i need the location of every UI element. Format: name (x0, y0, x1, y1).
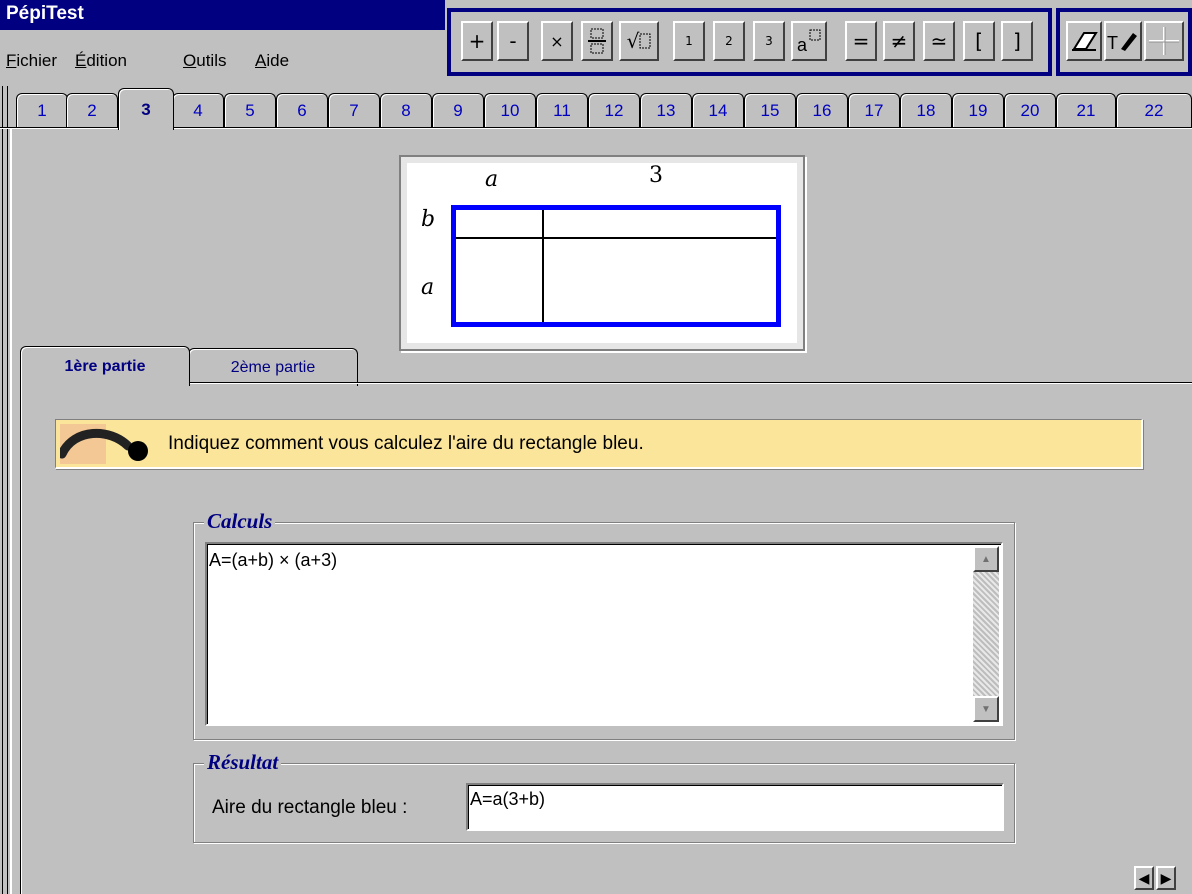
menu-outils[interactable]: Outils (183, 51, 226, 71)
scroll-up-arrow-icon: ▲ (981, 553, 991, 565)
tab-page-13[interactable]: 13 (640, 93, 692, 128)
tab-page-18[interactable]: 18 (900, 93, 952, 128)
instruction-text: Indiquez comment vous calculez l'aire du… (168, 433, 644, 454)
menu-aide-rest: ide (266, 51, 290, 70)
tab-page-20[interactable]: 20 (1004, 93, 1056, 128)
sqrt-symbol: √ (626, 29, 640, 53)
menu-fichier-mnemonic: F (6, 51, 17, 70)
tab-page-5[interactable]: 5 (224, 93, 276, 128)
svg-text:T: T (1107, 33, 1118, 53)
instruction-banner: Indiquez comment vous calculez l'aire du… (55, 419, 1143, 469)
tab-page-9[interactable]: 9 (432, 93, 484, 128)
math-toolbar: + - × √ 1 2 3 a = ≠ ≃ [ ] (447, 8, 1052, 76)
next-page-button[interactable]: ▶ (1156, 866, 1176, 890)
menu-fichier-rest: ichier (16, 51, 58, 70)
tab-page-21[interactable]: 21 (1056, 93, 1116, 128)
rectangle-figure: a 3 b a (399, 155, 805, 351)
power-button[interactable]: a (791, 21, 827, 61)
tab-page-11[interactable]: 11 (536, 93, 588, 128)
superscript-1-button[interactable]: 1 (673, 21, 705, 61)
tab-page-14[interactable]: 14 (692, 93, 744, 128)
tab-deuxieme-partie[interactable]: 2ème partie (188, 348, 358, 386)
calculs-scrollbar[interactable]: ▲ ▼ (973, 546, 999, 722)
tab-page-3[interactable]: 3 (118, 88, 174, 130)
tab-page-6[interactable]: 6 (276, 93, 328, 128)
figure-label-left-b: b (421, 207, 436, 232)
menu-outils-rest: utils (196, 51, 227, 70)
left-bracket-button[interactable]: [ (963, 21, 995, 61)
tab-page-2[interactable]: 2 (66, 93, 118, 128)
scroll-down-button[interactable]: ▼ (973, 696, 999, 722)
eraser-button[interactable] (1066, 21, 1102, 61)
tab-page-10[interactable]: 10 (484, 93, 536, 128)
blue-rectangle (451, 205, 781, 327)
menu-bar: Fichier Édition Outils Aide (0, 30, 445, 80)
fraction-button[interactable] (581, 21, 613, 61)
calculs-legend: Calculs (204, 509, 276, 534)
sub-tabs-baseline (20, 382, 1192, 384)
menu-fichier[interactable]: Fichier (6, 51, 57, 71)
right-arrow-icon: ▶ (1160, 869, 1172, 886)
text-pen-button[interactable]: T (1104, 21, 1142, 61)
text-pen-icon: T (1107, 33, 1137, 53)
scroll-down-arrow-icon: ▼ (981, 703, 991, 715)
tab-page-17[interactable]: 17 (848, 93, 900, 128)
tab-page-12[interactable]: 12 (588, 93, 640, 128)
menu-edition-rest: dition (86, 51, 127, 70)
sqrt-placeholder-icon (639, 33, 651, 49)
tab-page-15[interactable]: 15 (744, 93, 796, 128)
menu-edition-mnemonic: É (75, 51, 87, 70)
figure-label-top-3: 3 (649, 163, 663, 188)
figure-label-left-a: a (421, 275, 435, 300)
menu-outils-mnemonic: O (183, 51, 197, 70)
window-title: PépiTest (0, 0, 445, 30)
power-icon: a (797, 29, 821, 55)
superscript-3-button[interactable]: 3 (753, 21, 785, 61)
times-button[interactable]: × (541, 21, 573, 61)
menu-aide-mnemonic: A (255, 51, 267, 70)
tab-premiere-partie[interactable]: 1ère partie (20, 346, 190, 386)
equals-button[interactable]: = (845, 21, 877, 61)
eraser-icon (1072, 32, 1098, 51)
previous-page-button[interactable]: ◀ (1134, 866, 1154, 890)
tab-page-7[interactable]: 7 (328, 93, 380, 128)
sub-panel-left-border (20, 384, 22, 894)
rectangle-horizontal-divider (456, 237, 776, 239)
fraction-icon (588, 28, 606, 54)
left-arrow-icon: ◀ (1138, 869, 1150, 886)
pointer-brush-icon (60, 424, 148, 464)
tab-page-22[interactable]: 22 (1116, 93, 1192, 128)
resultat-value: A=a(3+b) (470, 789, 546, 809)
menu-aide[interactable]: Aide (255, 51, 289, 71)
minus-button[interactable]: - (497, 21, 529, 61)
figure-label-top-a: a (485, 167, 499, 192)
calculs-value: A=(a+b) × (a+3) (209, 550, 338, 570)
rectangle-vertical-divider (542, 210, 544, 322)
resultat-input[interactable]: A=a(3+b) (466, 783, 1004, 831)
math-toolbar-body: + - × √ 1 2 3 a = ≠ ≃ [ ] (451, 12, 1048, 72)
right-bracket-button[interactable]: ] (1001, 21, 1033, 61)
superscript-2-button[interactable]: 2 (713, 21, 745, 61)
approx-button[interactable]: ≃ (923, 21, 955, 61)
crosshair-icon (1149, 27, 1179, 55)
tab-page-1[interactable]: 1 (16, 93, 68, 128)
tab-page-8[interactable]: 8 (380, 93, 432, 128)
tab-page-4[interactable]: 4 (172, 93, 224, 128)
not-equal-button[interactable]: ≠ (883, 21, 915, 61)
resultat-legend: Résultat (204, 750, 282, 775)
resultat-label: Aire du rectangle bleu : (212, 797, 408, 818)
draw-toolbar-body: T (1060, 12, 1188, 72)
draw-toolbar: T (1056, 8, 1192, 76)
svg-text:a: a (797, 35, 808, 55)
tab-page-19[interactable]: 19 (952, 93, 1004, 128)
page-tabs: 1 2 3 4 5 6 7 8 9 10 11 12 13 14 15 16 1… (0, 86, 1192, 130)
plus-button[interactable]: + (461, 21, 493, 61)
scroll-up-button[interactable]: ▲ (973, 546, 999, 572)
window-left-border (2, 86, 8, 894)
menu-edition[interactable]: Édition (75, 51, 127, 71)
crosshair-button[interactable] (1144, 21, 1184, 61)
calculs-textarea[interactable]: A=(a+b) × (a+3) ▲ ▼ (205, 542, 1003, 726)
tab-page-16[interactable]: 16 (796, 93, 848, 128)
sqrt-button[interactable]: √ (619, 21, 659, 61)
